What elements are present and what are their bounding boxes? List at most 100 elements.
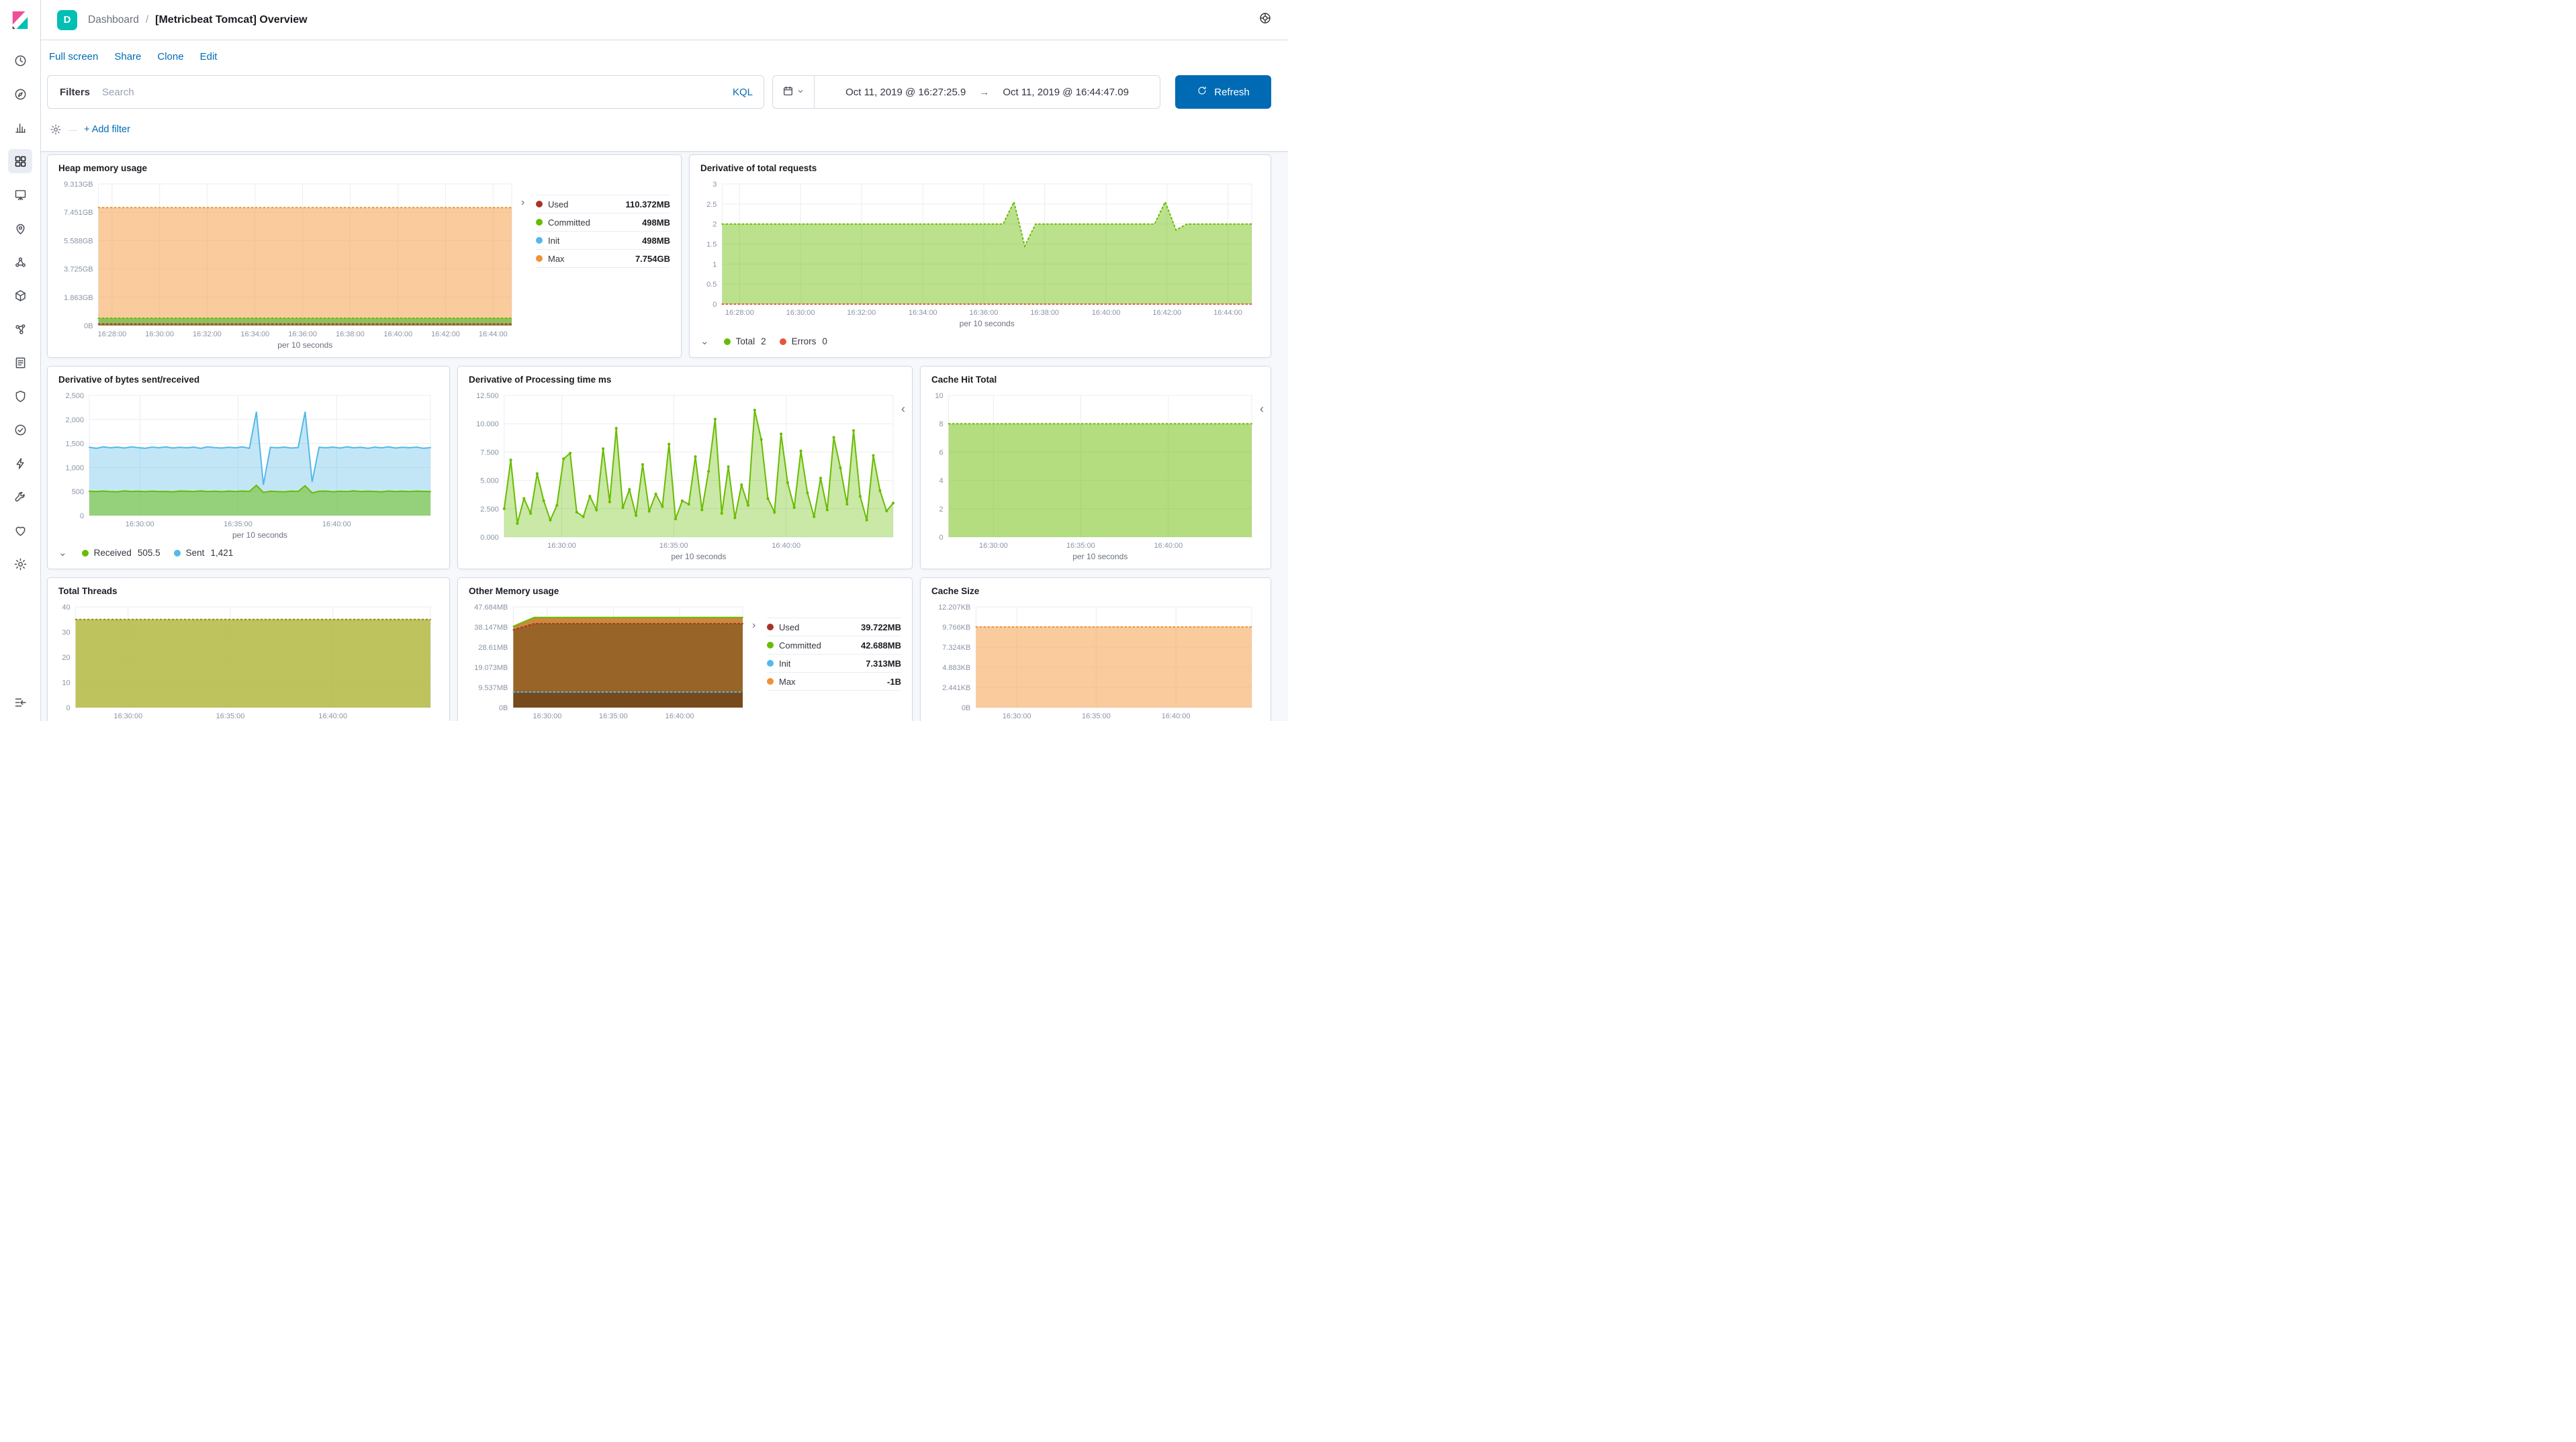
legend-value: 39.722MB [861,622,901,632]
x-tick-label: 16:30:00 [533,712,562,720]
panel-bytes: Derivative of bytes sent/received2,5002,… [47,366,450,569]
panel-title[interactable]: Cache Size [921,578,1271,600]
panel-title[interactable]: Heap memory usage [48,155,681,177]
toolbar-link-share[interactable]: Share [114,51,141,62]
date-from[interactable]: Oct 11, 2019 @ 16:27:25.9 [845,87,966,98]
sidebar-item-uptime[interactable] [8,418,32,442]
toolbar-link-full-screen[interactable]: Full screen [49,51,98,62]
add-filter-link[interactable]: + Add filter [84,124,130,135]
sidebar-item-discover[interactable] [8,82,32,106]
space-badge[interactable]: D [57,10,77,30]
y-tick-label: 2,500 [65,392,84,400]
legend-collapse-icon[interactable]: ‹ [901,403,905,415]
legend-item-used[interactable]: Used110.372MB [536,195,670,213]
panel-title[interactable]: Other Memory usage [458,578,912,600]
sidebar-item-machine-learning[interactable] [8,250,32,274]
legend-value: 498MB [642,218,670,228]
sidebar-item-recently-viewed[interactable] [8,48,32,73]
legend-item-init[interactable]: Init498MB [536,232,670,250]
add-filter-row: — + Add filter [50,121,130,138]
x-tick-label: 16:35:00 [216,712,245,720]
sidebar-item-canvas[interactable] [8,183,32,207]
sidebar-collapse-button[interactable] [8,690,32,714]
legend-collapse-icon[interactable]: ⌄ [58,548,67,558]
legend-item-used[interactable]: Used39.722MB [767,618,901,636]
x-tick-label: 16:40:00 [665,712,694,720]
breadcrumb: Dashboard / [Metricbeat Tomcat] Overview [88,14,308,26]
legend-collapse-icon[interactable]: ‹ [1260,403,1264,415]
sidebar-item-siem[interactable] [8,384,32,408]
legend-value: 498MB [642,236,670,246]
breadcrumb-dashboard[interactable]: Dashboard [88,14,139,26]
date-picker-button[interactable] [773,76,815,108]
legend-value: -1B [887,677,901,687]
sidebar-item-logs[interactable] [8,350,32,375]
legend-item-max[interactable]: Max-1B [767,673,901,691]
panel-title[interactable]: Cache Hit Total [921,367,1271,389]
x-tick-label: 16:30:00 [145,330,174,338]
filters-button[interactable]: Filters [48,76,102,108]
refresh-button[interactable]: Refresh [1175,75,1271,109]
chart-side-legend: ›Used110.372MBCommitted498MBInit498MBMax… [521,177,670,268]
date-range: Oct 11, 2019 @ 16:27:25.9 → Oct 11, 2019… [815,87,1160,98]
panel-title[interactable]: Derivative of total requests [690,155,1271,177]
y-tick-label: 38.147MB [474,624,508,632]
sidebar-item-management[interactable] [8,552,32,576]
legend-collapse-icon[interactable]: ⌄ [700,336,709,346]
legend-value: 0 [822,336,827,346]
legend-expand-icon[interactable]: › [521,195,536,268]
sidebar-nav [8,48,32,690]
sidebar-item-infrastructure[interactable] [8,283,32,307]
x-axis-title: per 10 seconds [960,319,1015,328]
x-tick-label: 16:38:00 [1030,309,1059,317]
y-tick-label: 0 [66,704,70,712]
toolbar-link-edit[interactable]: Edit [200,51,218,62]
y-tick-label: 2.500 [480,506,499,514]
legend-dot [174,550,181,557]
date-to[interactable]: Oct 11, 2019 @ 16:44:47.09 [1003,87,1129,98]
x-tick-label: 16:42:00 [431,330,460,338]
search-input[interactable] [102,76,722,108]
panel-title[interactable]: Derivative of Processing time ms [458,367,912,389]
x-tick-label: 16:28:00 [725,309,754,317]
sidebar-item-maps[interactable] [8,216,32,240]
legend-item-init[interactable]: Init7.313MB [767,655,901,673]
sidebar-item-dev-tools[interactable] [8,485,32,509]
calendar-icon [782,85,794,99]
legend-item-sent[interactable]: Sent1,421 [174,548,234,558]
search-bar: Filters KQL [47,75,764,109]
help-icon[interactable] [1258,11,1272,28]
legend-item-errors[interactable]: Errors0 [780,336,827,346]
legend-item-received[interactable]: Received505.5 [82,548,160,558]
panel-heap: Heap memory usage9.313GB7.451GB5.588GB3.… [47,154,682,358]
kql-toggle[interactable]: KQL [722,87,764,98]
panel-title[interactable]: Total Threads [48,578,449,600]
x-tick-label: 16:35:00 [599,712,628,720]
sidebar-item-visualize[interactable] [8,115,32,140]
date-picker: Oct 11, 2019 @ 16:27:25.9 → Oct 11, 2019… [772,75,1160,109]
sidebar-item-dashboard[interactable] [8,149,32,173]
legend-item-max[interactable]: Max7.754GB [536,250,670,268]
y-tick-label: 0 [80,512,84,520]
x-tick-label: 16:30:00 [979,542,1008,550]
legend-label: Init [779,659,860,669]
kibana-app: D Dashboard / [Metricbeat Tomcat] Overvi… [0,0,1288,721]
filter-options-gear-icon[interactable] [50,124,62,136]
sidebar-item-graph[interactable] [8,317,32,341]
chart-cache-size: 12.207KB9.766KB7.324KB4.883KB2.441KB0B16… [931,600,1261,721]
kibana-logo[interactable] [0,0,40,40]
legend-expand-icon[interactable]: › [752,618,767,691]
panel-title[interactable]: Derivative of bytes sent/received [48,367,449,389]
legend-item-total[interactable]: Total2 [724,336,766,346]
sidebar-item-apm[interactable] [8,451,32,475]
sidebar-item-stack-monitoring[interactable] [8,518,32,542]
legend-item-committed[interactable]: Committed42.688MB [767,636,901,655]
legend-dot [724,338,731,345]
legend-item-committed[interactable]: Committed498MB [536,213,670,232]
legend-dot [536,237,543,244]
x-tick-label: 16:40:00 [1092,309,1121,317]
y-tick-label: 0B [499,704,508,712]
x-tick-label: 16:30:00 [1003,712,1031,720]
panel-requests: Derivative of total requests32.521.510.5… [689,154,1271,358]
toolbar-link-clone[interactable]: Clone [157,51,183,62]
